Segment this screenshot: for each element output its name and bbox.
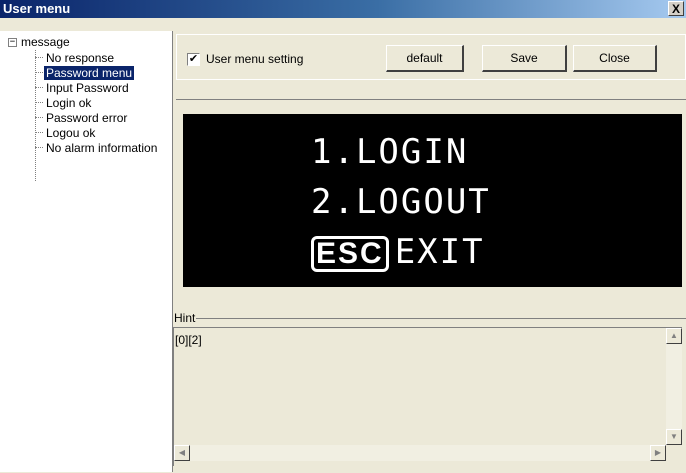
lcd-line-login: 1.LOGIN <box>311 132 469 172</box>
tree-item-input-password[interactable]: Input Password <box>35 80 173 95</box>
title-bar: User menu X <box>0 0 686 18</box>
window-close-button[interactable]: X <box>668 1 684 16</box>
tree-item-password-menu[interactable]: Password menu <box>35 65 173 80</box>
user-menu-setting-option[interactable]: ✔ User menu setting <box>187 52 303 66</box>
lcd-line-logout: 2.LOGOUT <box>311 182 491 222</box>
checkbox-label: User menu setting <box>206 52 304 66</box>
down-arrow-icon[interactable]: ▼ <box>666 429 682 445</box>
tree-item-label: Login ok <box>46 95 92 110</box>
user-menu-setting-checkbox[interactable]: ✔ <box>187 52 200 66</box>
tree-branch-line <box>35 147 43 148</box>
tree-item-label: Password menu <box>44 65 135 80</box>
hint-text: [0][2] <box>175 333 202 347</box>
tree-root-label: message <box>21 35 70 49</box>
tree-item-password-error[interactable]: Password error <box>35 110 173 125</box>
up-arrow-icon[interactable]: ▲ <box>666 328 682 344</box>
tree-branch-line <box>35 132 43 133</box>
collapse-icon[interactable]: − <box>8 37 17 47</box>
tree-root-message[interactable]: − message <box>8 35 70 49</box>
lcd-line-exit: ESC EXIT <box>311 232 686 272</box>
tree-item-logou-ok[interactable]: Logou ok <box>35 125 173 140</box>
save-button[interactable]: Save <box>482 45 567 72</box>
hint-horizontal-scrollbar[interactable]: ◀ ▶ <box>174 445 666 461</box>
tree-branch-line <box>35 87 43 88</box>
hint-label: Hint <box>173 311 197 325</box>
default-button[interactable]: default <box>386 45 464 72</box>
hint-vertical-scrollbar[interactable]: ▲ ▼ <box>666 328 682 445</box>
tree-branch-line <box>35 72 43 73</box>
right-arrow-icon[interactable]: ▶ <box>650 445 666 461</box>
close-button[interactable]: Close <box>573 45 657 72</box>
tree-branch-line <box>35 117 43 118</box>
tree-item-no-alarm-information[interactable]: No alarm information <box>35 140 173 155</box>
esc-key-icon: ESC <box>311 235 389 272</box>
lcd-preview: 1.LOGIN 2.LOGOUT ESC EXIT <box>183 114 682 287</box>
tree-branch-line <box>35 57 43 58</box>
tree-item-label: No response <box>46 50 115 65</box>
window-title: User menu <box>3 1 71 16</box>
tree-item-label: Password error <box>46 110 128 125</box>
tree-item-no-response[interactable]: No response <box>35 50 173 65</box>
message-tree: − message No response Password menu Inpu… <box>0 31 173 472</box>
tree-item-login-ok[interactable]: Login ok <box>35 95 173 110</box>
scrollbar-corner <box>666 445 682 461</box>
tree-item-label: No alarm information <box>46 140 158 155</box>
left-arrow-icon[interactable]: ◀ <box>174 445 190 461</box>
tree-branch-line <box>35 102 43 103</box>
tree-items: No response Password menu Input Password… <box>35 50 173 155</box>
tree-item-label: Input Password <box>46 80 129 95</box>
lcd-exit-text: EXIT <box>394 232 485 272</box>
tree-item-label: Logou ok <box>46 125 96 140</box>
